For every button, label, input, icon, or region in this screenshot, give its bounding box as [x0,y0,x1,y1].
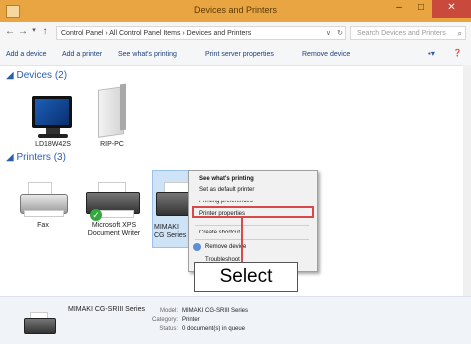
context-menu: See what's printing Set as default print… [188,170,318,272]
menu-separator [195,225,309,226]
printer-label-xps[interactable]: Microsoft XPS Document Writer [80,222,148,238]
menu-item-printing-preferences[interactable]: Printing preferences [199,201,253,204]
menu-item-set-default-printer[interactable]: Set as default printer [199,187,254,193]
menu-item-see-whats-printing[interactable]: See what's printing [199,176,254,182]
printer-label-mimaki[interactable]: MIMAKI CG Series [154,224,190,240]
details-category-value: Printer [182,317,200,323]
command-bar: Add a device Add a printer See what's pr… [0,45,471,66]
details-device-name: MIMAKI CG-SRIII Series [68,306,146,313]
remove-device-button[interactable]: Remove device [302,51,350,58]
details-pane [0,296,471,344]
search-input[interactable]: Search Devices and Printers ⌕ [350,26,466,40]
back-button[interactable]: ← [4,26,16,37]
callout-pointer [241,218,243,262]
select-callout: Select [194,262,298,292]
help-icon[interactable]: ❓ [453,49,462,57]
menu-item-create-shortcut[interactable]: Create shortcut [199,230,240,233]
default-printer-check-icon: ✓ [90,209,102,221]
shield-icon [193,243,201,251]
add-device-button[interactable]: Add a device [6,51,46,58]
refresh-icon[interactable]: ↻ [337,27,343,41]
search-icon[interactable]: ⌕ [458,27,462,41]
vertical-scrollbar[interactable] [463,65,471,296]
up-button[interactable]: ↑ [39,26,51,37]
details-model-value: MIMAKI CG-SRIII Series [182,308,249,314]
printer-properties-highlight [192,206,314,218]
close-button[interactable]: ✕ [432,0,471,18]
address-dropdown-icon[interactable]: ∨ [326,27,331,41]
window: Devices and Printers – □ ✕ ← → ▾ ↑ Contr… [0,0,471,344]
menu-separator-2 [195,239,309,240]
device-label-pc[interactable]: RIP-PC [92,141,132,149]
details-printer-icon [24,318,56,334]
printer-label-fax[interactable]: Fax [18,222,68,230]
printers-group-header[interactable]: ◢ Printers (3) [6,152,66,163]
monitor-base [38,134,68,138]
details-category-key: Category: [151,317,178,323]
monitor-icon[interactable] [32,96,72,128]
breadcrumb-path: Control Panel › All Control Panel Items … [61,30,252,37]
breadcrumb[interactable]: Control Panel › All Control Panel Items … [56,26,346,40]
maximize-button[interactable]: □ [410,0,432,18]
see-whats-printing-button[interactable]: See what's printing [118,51,177,58]
devices-group-header[interactable]: ◢ Devices (2) [6,70,67,81]
details-status-value: 0 document(s) in queue [182,326,246,332]
title-bar: Devices and Printers – □ ✕ [0,0,471,22]
details-status-key: Status: [159,326,178,332]
view-options-icon[interactable]: ▪▾ [428,49,435,58]
minimize-button[interactable]: – [388,0,410,18]
fax-tray [24,210,64,217]
device-label-monitor[interactable]: LD18W42S [28,141,78,149]
address-bar: ← → ▾ ↑ Control Panel › All Control Pane… [0,22,471,45]
search-placeholder: Search Devices and Printers [357,30,446,37]
pc-side [120,83,126,131]
print-server-properties-button[interactable]: Print server properties [205,51,274,58]
add-printer-button[interactable]: Add a printer [62,51,102,58]
details-model-key: Model: [159,308,178,314]
